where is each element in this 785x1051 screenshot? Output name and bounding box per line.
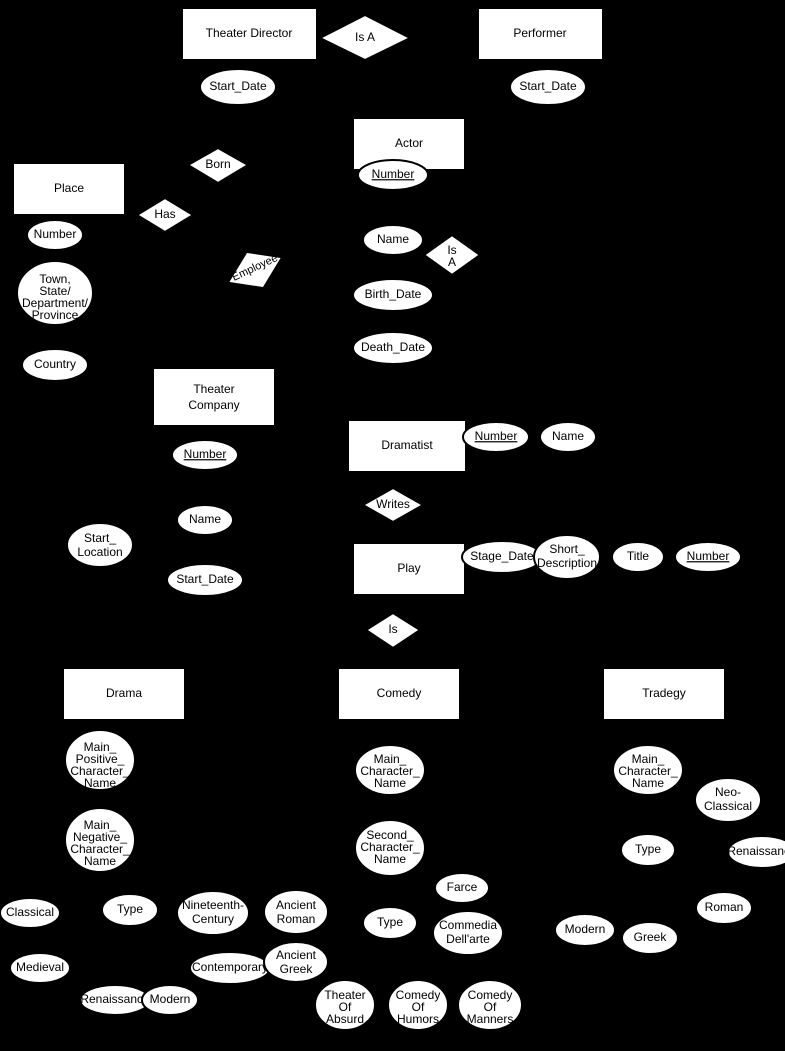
actor-label: Actor — [395, 136, 423, 150]
is-label: Is — [388, 622, 397, 636]
svg-text:Name: Name — [374, 776, 406, 790]
actor-name-label: Name — [377, 232, 409, 246]
performer-label: Performer — [513, 26, 566, 40]
comedy-label: Comedy — [377, 686, 422, 700]
svg-text:Manners: Manners — [467, 1012, 514, 1026]
td-start-date-label: Start_Date — [209, 79, 267, 93]
svg-text:Renaissance: Renaissance — [727, 844, 785, 858]
place-country-label: Country — [34, 357, 76, 371]
play-title-label: Title — [627, 549, 650, 563]
svg-text:Humors: Humors — [397, 1012, 439, 1026]
play-stage-date-label: Stage_Date — [470, 549, 534, 563]
writes-label: Writes — [376, 497, 410, 511]
svg-text:Name: Name — [84, 854, 116, 868]
theater-company-label2: Company — [188, 398, 239, 412]
svg-text:Commedia: Commedia — [439, 918, 497, 932]
svg-text:Roman: Roman — [277, 912, 316, 926]
svg-text:Ancient: Ancient — [276, 898, 317, 912]
svg-text:Ancient: Ancient — [276, 948, 317, 962]
tc-start-location-label2: Location — [77, 545, 122, 559]
theater-company-entity — [153, 368, 275, 426]
svg-text:Medieval: Medieval — [16, 960, 64, 974]
born-label: Born — [205, 157, 230, 171]
perf-start-date-label: Start_Date — [519, 79, 577, 93]
svg-text:Greek: Greek — [280, 962, 314, 976]
svg-text:Dell'arte: Dell'arte — [446, 932, 490, 946]
actor-birth-label: Birth_Date — [365, 287, 422, 301]
tc-start-date-label: Start_Date — [176, 572, 234, 586]
svg-text:Modern: Modern — [150, 992, 191, 1006]
dram-name-label: Name — [552, 429, 584, 443]
svg-text:Type: Type — [635, 842, 661, 856]
svg-text:Nineteenth-: Nineteenth- — [182, 898, 244, 912]
play-number-label: Number — [687, 549, 730, 563]
dramatist-label: Dramatist — [381, 438, 433, 452]
has-label: Has — [154, 207, 175, 221]
is-a-label-1: Is A — [355, 30, 375, 44]
play-short-desc-label2: Description — [537, 556, 597, 570]
svg-text:Century: Century — [192, 912, 234, 926]
actor-death-label: Death_Date — [361, 340, 425, 354]
drama-label: Drama — [106, 686, 142, 700]
svg-text:Type: Type — [117, 902, 143, 916]
svg-text:Name: Name — [84, 776, 116, 790]
theater-director-label: Theater Director — [206, 26, 293, 40]
tc-number-label: Number — [184, 447, 227, 461]
svg-text:Renaissance: Renaissance — [80, 992, 150, 1006]
theater-company-label1: Theater — [193, 382, 234, 396]
svg-text:Absurd: Absurd — [326, 1012, 364, 1026]
place-label: Place — [54, 181, 84, 195]
tradegy-label: Tradegy — [642, 686, 686, 700]
play-short-desc-label1: Short_ — [549, 542, 585, 556]
tc-name-label: Name — [189, 512, 221, 526]
svg-text:Roman: Roman — [705, 900, 744, 914]
svg-text:Neo-: Neo- — [715, 785, 741, 799]
actor-number-label: Number — [372, 167, 415, 181]
is-a-label-2b: A — [448, 255, 456, 269]
svg-text:Classical: Classical — [6, 905, 54, 919]
place-town-label4: Province — [32, 308, 79, 322]
dram-number-label: Number — [475, 429, 518, 443]
svg-text:Modern: Modern — [565, 922, 606, 936]
play-label: Play — [397, 561, 420, 575]
svg-text:Classical: Classical — [704, 799, 752, 813]
tc-start-location-label1: Start_ — [84, 531, 116, 545]
svg-text:Type: Type — [377, 915, 403, 929]
place-number-label: Number — [34, 227, 77, 241]
svg-text:Name: Name — [374, 852, 406, 866]
svg-text:Name: Name — [632, 776, 664, 790]
er-diagram: Theater Director Performer Is A Start_Da… — [0, 0, 785, 1051]
svg-text:Contemporary: Contemporary — [192, 960, 268, 974]
svg-text:Greek: Greek — [634, 930, 668, 944]
svg-text:Farce: Farce — [447, 880, 478, 894]
